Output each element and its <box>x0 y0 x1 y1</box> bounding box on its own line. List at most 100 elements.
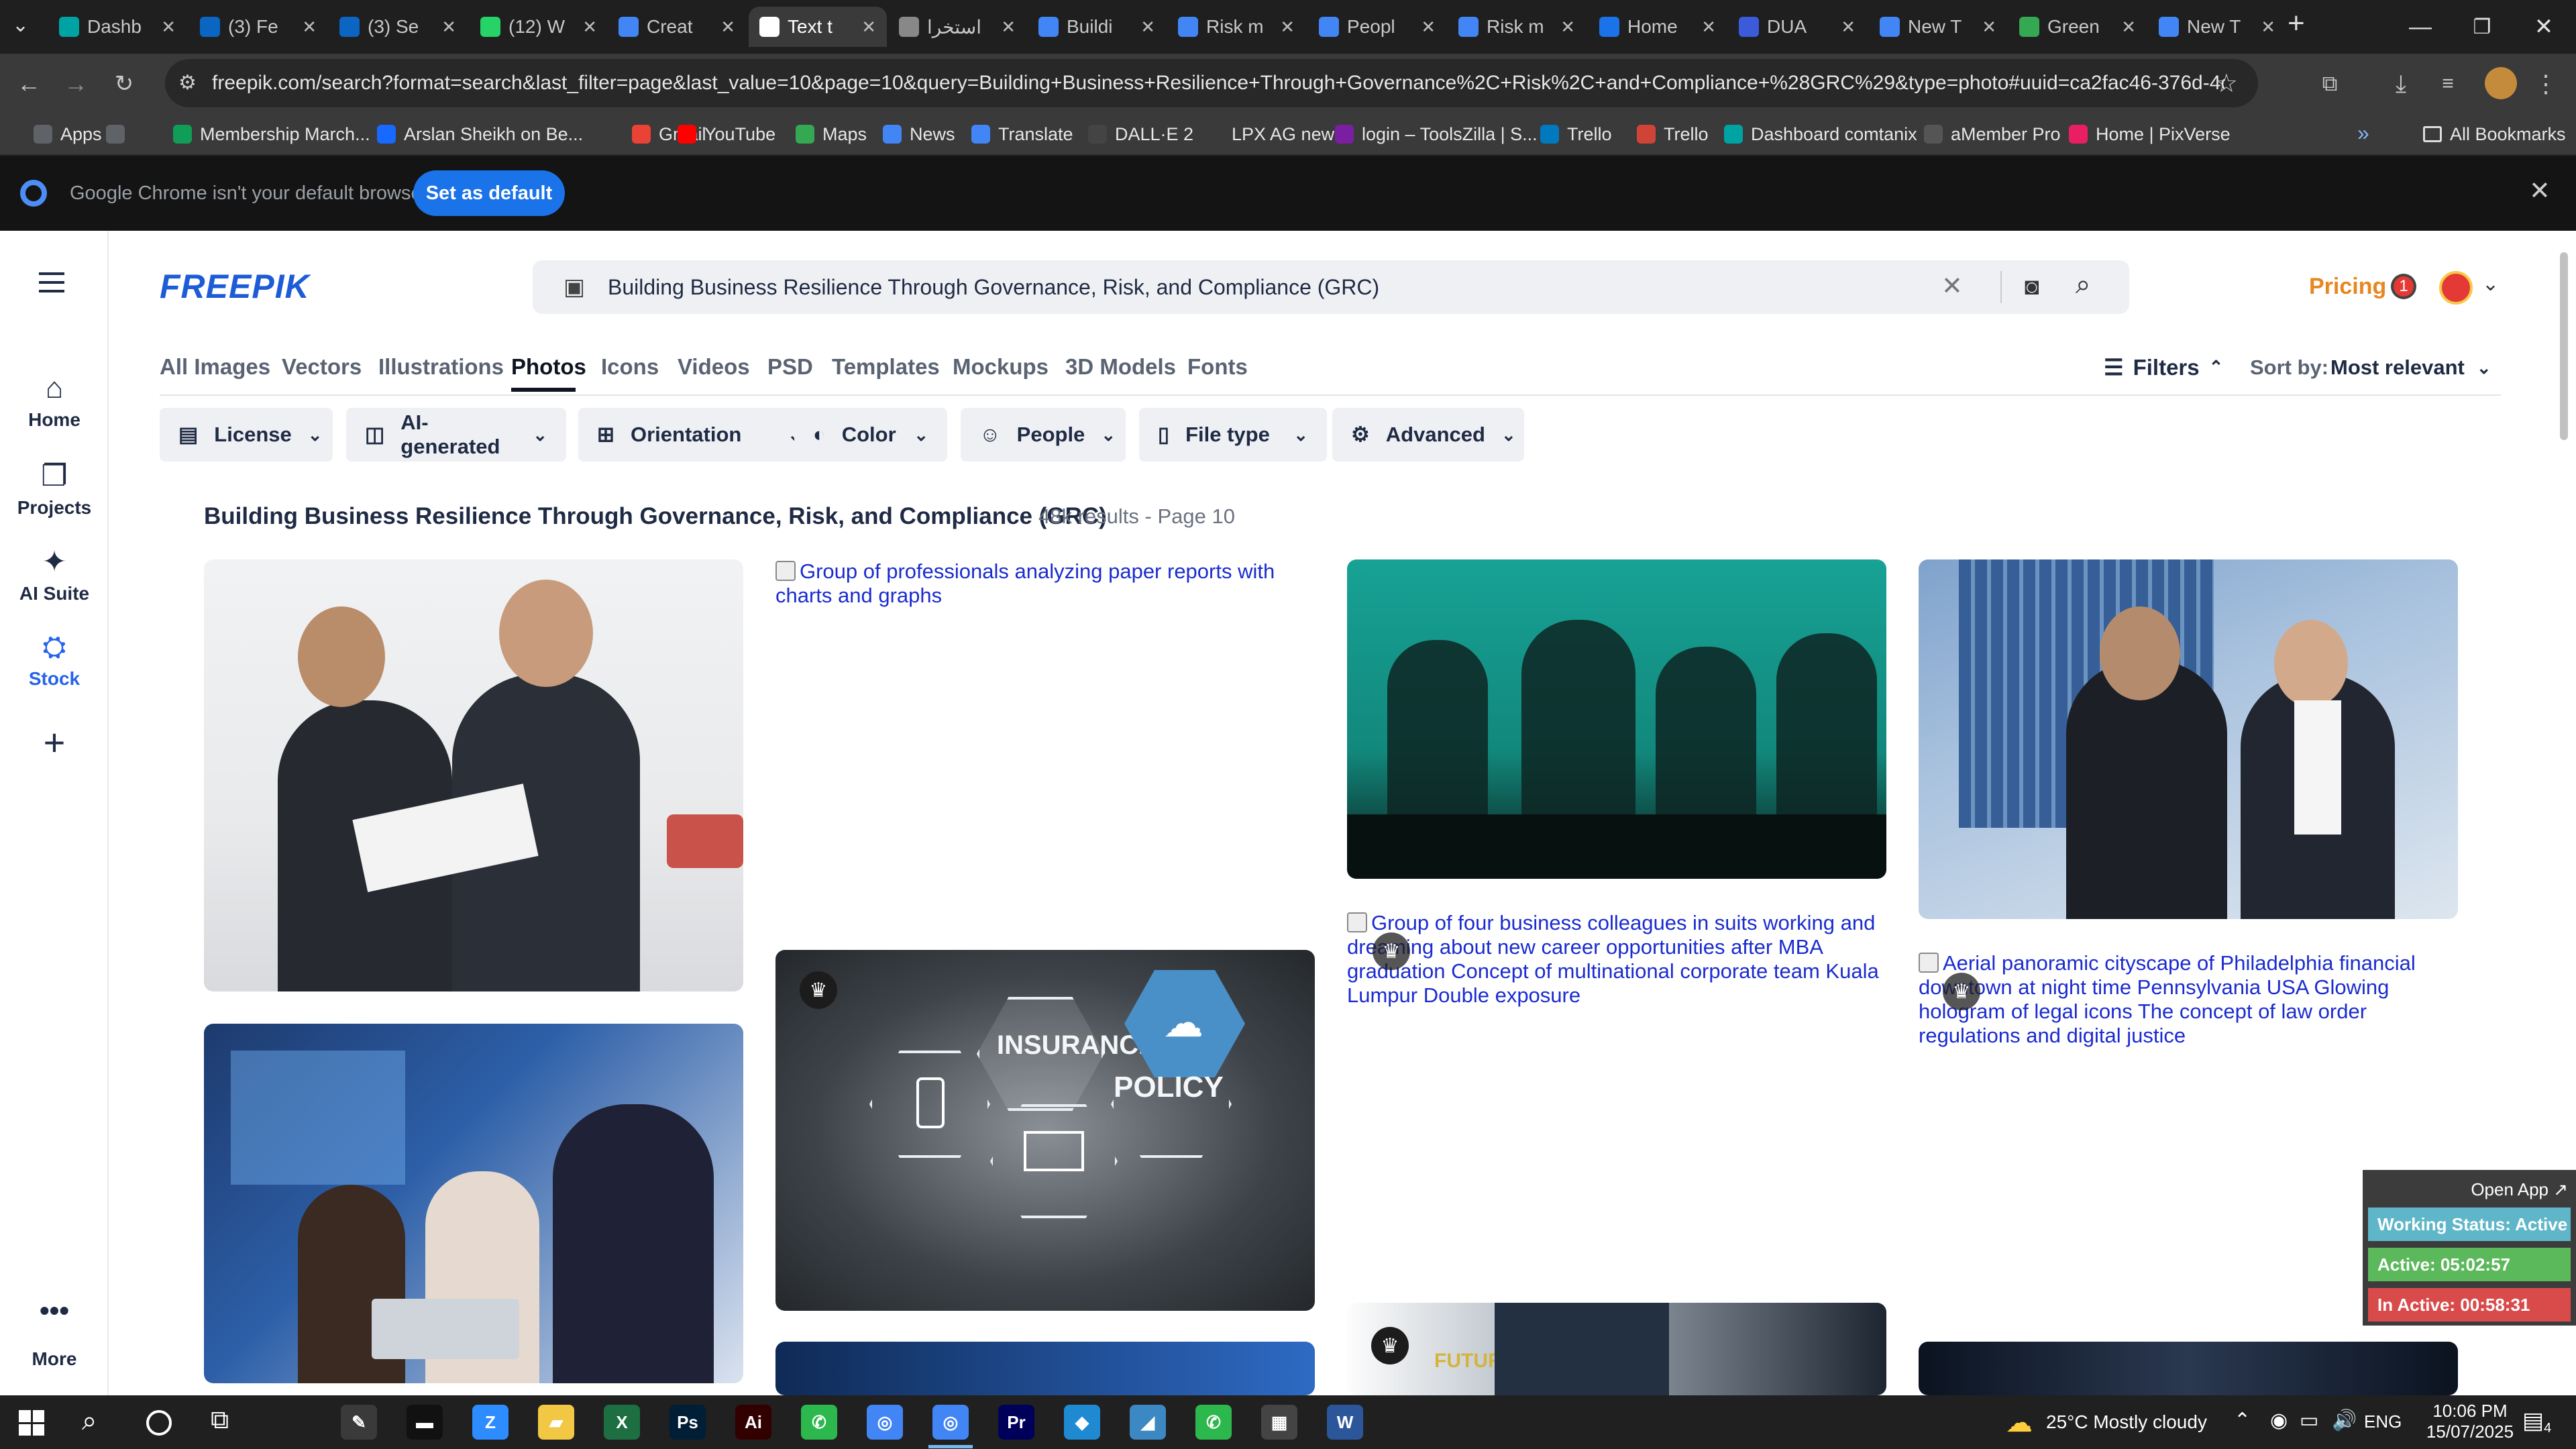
category-tab[interactable]: Photos <box>511 354 586 380</box>
bookmark-item[interactable]: Membership March... <box>173 119 370 149</box>
terminal-icon[interactable]: ▬ <box>407 1405 443 1440</box>
search-icon[interactable]: ⌕ <box>2076 270 2090 300</box>
browser-tab[interactable]: Buildi ✕ <box>1028 7 1166 47</box>
category-tab[interactable]: Templates <box>832 354 940 380</box>
more-dots-icon[interactable]: ••• <box>0 1297 109 1325</box>
filter-pill[interactable]: ⚙ Advanced ⌄ <box>1332 408 1524 462</box>
network-icon[interactable]: ▭ <box>2300 1409 2318 1432</box>
browser-tab[interactable]: استخرا ✕ <box>888 7 1026 47</box>
app-icon[interactable]: ◢ <box>1130 1405 1166 1440</box>
tab-close-icon[interactable]: ✕ <box>720 17 735 38</box>
clock[interactable]: 10:06 PM 15/07/2025 <box>2423 1401 2517 1442</box>
phone-app-icon[interactable]: ✆ <box>801 1405 837 1440</box>
browser-tab[interactable]: Risk m ✕ <box>1167 7 1305 47</box>
search-bar[interactable]: ▣ Building Business Resilience Through G… <box>533 260 2129 314</box>
browser-tab[interactable]: Creat ✕ <box>608 7 746 47</box>
result-image[interactable]: ♛ INSURANCE ☁ POLICY <box>775 950 1315 1311</box>
new-tab-button[interactable]: + <box>2288 7 2305 40</box>
profile-avatar[interactable] <box>2485 67 2517 99</box>
tab-close-icon[interactable]: ✕ <box>861 17 876 38</box>
browser-tab[interactable]: Green ✕ <box>2008 7 2147 47</box>
tab-close-icon[interactable]: ✕ <box>1701 17 1716 38</box>
download-icon[interactable]: ⤓ <box>2385 68 2416 99</box>
excel-icon[interactable]: X <box>604 1405 640 1440</box>
extensions-icon[interactable]: ⧉ <box>2314 68 2345 99</box>
result-image[interactable] <box>204 1024 743 1383</box>
pricing-link[interactable]: Pricing <box>2309 274 2386 300</box>
illustrator-icon[interactable]: Ai <box>735 1405 771 1440</box>
camera-search-icon[interactable]: ◙ <box>2025 272 2039 301</box>
weather-text[interactable]: 25°C Mostly cloudy <box>2046 1411 2207 1433</box>
tray-chevron-icon[interactable]: ⌃ <box>2234 1409 2251 1432</box>
browser-tab[interactable]: Peopl ✕ <box>1308 7 1446 47</box>
bookmark-item[interactable]: Trello <box>1637 119 1709 149</box>
tray-app-icon[interactable]: ◉ <box>2270 1409 2288 1432</box>
bookmark-item[interactable]: YouTube <box>678 119 775 149</box>
category-tab[interactable]: Mockups <box>953 354 1049 380</box>
search-icon[interactable]: ⌕ <box>82 1406 97 1436</box>
category-tab[interactable]: Fonts <box>1187 354 1248 380</box>
category-tab[interactable]: Videos <box>678 354 750 380</box>
search-input[interactable]: Building Business Resilience Through Gov… <box>608 275 1379 300</box>
bookmark-item[interactable]: Home | PixVerse <box>2069 119 2231 149</box>
browser-tab[interactable]: (3) Se ✕ <box>329 7 467 47</box>
set-default-button[interactable]: Set as default <box>413 170 565 216</box>
photoshop-icon[interactable]: Ps <box>669 1405 706 1440</box>
app-icon[interactable]: ◆ <box>1064 1405 1100 1440</box>
tab-close-icon[interactable]: ✕ <box>1421 17 1436 38</box>
bookmark-item[interactable]: News <box>883 119 955 149</box>
bookmark-item[interactable]: aMember Pro <box>1924 119 2061 149</box>
browser-tab[interactable]: Home ✕ <box>1589 7 1727 47</box>
sidebar-item-ai-suite[interactable]: ✦ AI Suite <box>0 545 109 604</box>
chrome-icon[interactable]: ◎ <box>867 1405 903 1440</box>
filter-pill[interactable]: ▯ File type ⌄ <box>1139 408 1327 462</box>
category-tab[interactable]: PSD <box>767 354 813 380</box>
freepik-logo[interactable]: FREEPIK <box>160 267 310 306</box>
windows-start-icon[interactable] <box>19 1410 44 1436</box>
bookmark-item[interactable]: Maps <box>796 119 867 149</box>
zoom-icon[interactable]: Z <box>472 1405 508 1440</box>
reload-icon[interactable]: ↻ <box>109 68 140 99</box>
task-view-icon[interactable]: ⧉ <box>211 1406 229 1435</box>
broken-image-link[interactable]: Aerial panoramic cityscape of Philadelph… <box>1919 951 2462 1048</box>
filter-pill[interactable]: ⊞Orientation⌄ <box>578 408 821 462</box>
tab-close-icon[interactable]: ✕ <box>1560 17 1575 38</box>
broken-image-link[interactable]: Group of professionals analyzing paper r… <box>775 559 1319 608</box>
category-tab[interactable]: All Images <box>160 354 270 380</box>
forward-icon[interactable]: → <box>60 68 91 99</box>
tab-close-icon[interactable]: ✕ <box>1001 17 1016 38</box>
tab-close-icon[interactable]: ✕ <box>302 17 317 38</box>
category-tab[interactable]: Icons <box>601 354 659 380</box>
bookmark-item[interactable]: Translate <box>971 119 1073 149</box>
tab-close-icon[interactable]: ✕ <box>582 17 597 38</box>
site-info-icon[interactable]: ⚙ <box>178 71 197 95</box>
bookmark-item[interactable]: LPX AG new <box>1205 119 1334 149</box>
result-image[interactable] <box>1919 559 2458 919</box>
filters-button[interactable]: ☰ Filters ⌃ <box>2104 354 2223 380</box>
hamburger-menu-icon[interactable] <box>39 272 64 292</box>
browser-tab[interactable]: Dashb ✕ <box>48 7 186 47</box>
result-image[interactable] <box>1347 559 1886 879</box>
tab-search-chevron-icon[interactable]: ⌄ <box>12 13 29 37</box>
chrome-menu-icon[interactable]: ⋮ <box>2530 68 2561 99</box>
sidebar-item-projects[interactable]: ❐ Projects <box>0 459 109 519</box>
calculator-icon[interactable]: ▦ <box>1261 1405 1297 1440</box>
bookmark-item[interactable]: Apps <box>34 119 102 149</box>
open-app-link[interactable]: Open App ↗ <box>2471 1179 2568 1200</box>
language-indicator[interactable]: ENG <box>2364 1411 2402 1432</box>
close-infobar-icon[interactable]: ✕ <box>2529 176 2551 206</box>
bookmark-star-icon[interactable]: ☆ <box>2215 68 2238 99</box>
chrome-active-icon[interactable]: ◎ <box>932 1405 969 1440</box>
pen-app-icon[interactable]: ✎ <box>341 1405 377 1440</box>
sidebar-more-label[interactable]: More <box>0 1348 109 1370</box>
sort-dropdown[interactable]: Most relevant ⌄ <box>2330 356 2491 380</box>
tab-close-icon[interactable]: ✕ <box>1280 17 1295 38</box>
sidebar-item-stock[interactable]: ⛭ Stock <box>0 631 109 690</box>
filter-pill[interactable]: ☺ People ⌄ <box>961 408 1126 462</box>
all-bookmarks-button[interactable]: All Bookmarks <box>2423 119 2566 149</box>
broken-image-link[interactable]: Group of four business colleagues in sui… <box>1347 911 1890 1008</box>
result-image[interactable]: ♛ FUTURE <box>1347 1303 1886 1395</box>
minimize-button[interactable]: — <box>2390 0 2451 54</box>
cortana-icon[interactable] <box>146 1410 172 1436</box>
browser-tab[interactable]: New T ✕ <box>1869 7 2007 47</box>
